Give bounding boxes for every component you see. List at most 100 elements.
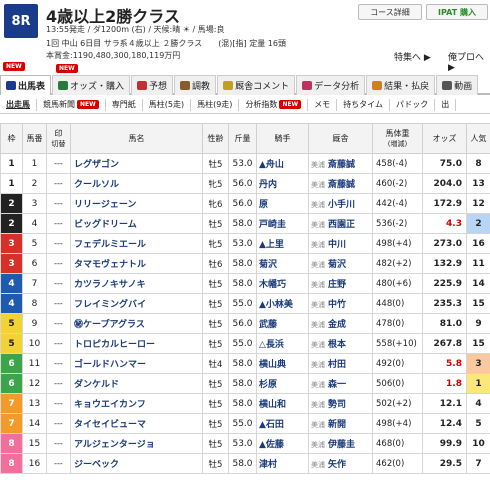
subtab-2[interactable]: 専門紙	[106, 98, 143, 111]
table-row[interactable]: 7 13 --- キョウエイカンフ 牡5 58.0 横山和 美浦 勢司 502(+2) 12.1 4	[0, 393, 490, 414]
trainer-cell[interactable]: 美浦 勢司	[308, 393, 373, 414]
jockey-link[interactable]: 木幡巧	[256, 273, 309, 294]
table-row[interactable]: 3 5 --- フェデルミエール 牝5 53.0 ▲上里 美浦 中川 498(+4) 273.0 16	[0, 233, 490, 254]
trainer-name[interactable]: 森一	[328, 380, 346, 390]
subtab-1[interactable]: 競馬新聞 NEW	[37, 98, 106, 111]
horse-name-link[interactable]: リリージェーン	[70, 193, 203, 214]
jockey-link[interactable]: 横山典	[256, 353, 309, 374]
trainer-name[interactable]: 新開	[328, 420, 346, 430]
table-row[interactable]: 2 3 --- リリージェーン 牝6 56.0 原美浦 小手川 442(-4) 172.9 12	[0, 193, 490, 214]
subtab-8[interactable]: パドック	[390, 98, 436, 111]
tab-7[interactable]: 動画	[436, 75, 479, 95]
tab-2[interactable]: 予想	[131, 75, 174, 95]
trainer-name[interactable]: 中川	[328, 240, 346, 250]
subtab-7[interactable]: 持ちタイム	[337, 98, 391, 111]
table-row[interactable]: 5 10 --- トロピカルヒーロー 牡5 55.0 △長浜 美浦 根本 558(+10) 267.…	[0, 333, 490, 354]
jockey-link[interactable]: 津村	[256, 453, 309, 474]
trainer-cell[interactable]: 美浦 伊藤圭	[308, 433, 373, 454]
table-row[interactable]: 8 15 --- アルジェンタージョ 牡5 53.0 ▲佐藤 美浦 伊藤圭 468(0) 99.9 1…	[0, 433, 490, 454]
mark-cell[interactable]: ---	[46, 213, 71, 234]
jockey-link[interactable]: ▲舟山	[256, 153, 309, 174]
table-row[interactable]: 3 6 --- タマモヴェナトル 牡6 58.0 菊沢 美浦 菊沢 482(+2) 132.9 11	[0, 253, 490, 274]
horse-name-link[interactable]: ダンケルド	[70, 373, 203, 394]
table-row[interactable]: 1 2 --- クールソル 牝5 56.0 丹内 美浦 斎藤誠 460(-2) 204.0 13	[0, 173, 490, 194]
trainer-cell[interactable]: 美浦 庄野	[308, 273, 373, 294]
subtab-4[interactable]: 馬柱(9走)	[191, 98, 240, 111]
trainer-cell[interactable]: 美浦 新開	[308, 413, 373, 434]
tab-3[interactable]: 調教	[174, 75, 217, 95]
horse-name-link[interactable]: アルジェンタージョ	[70, 433, 203, 454]
jockey-link[interactable]: 武藤	[256, 313, 309, 334]
mark-cell[interactable]: ---	[46, 173, 71, 194]
horse-name-link[interactable]: フレイミングバイ	[70, 293, 203, 314]
mark-cell[interactable]: ---	[46, 293, 71, 314]
horse-name-link[interactable]: レグザゴン	[70, 153, 203, 174]
table-row[interactable]: 7 14 --- タイセイビューマ 牡5 55.0 ▲石田 美浦 新開 498(+4) 12.4 5	[0, 413, 490, 434]
trainer-name[interactable]: 矢作	[328, 460, 346, 470]
feature-link[interactable]: 特集へ ▶	[394, 50, 431, 63]
horse-name-link[interactable]: ビッグドリーム	[70, 213, 203, 234]
favorite-link[interactable]: 俺プロへ ▶	[448, 50, 490, 73]
jockey-link[interactable]: △長浜	[256, 333, 309, 354]
mark-cell[interactable]: ---	[46, 153, 71, 174]
mark-cell[interactable]: ---	[46, 353, 71, 374]
jockey-link[interactable]: 戸崎圭	[256, 213, 309, 234]
horse-name-link[interactable]: タイセイビューマ	[70, 413, 203, 434]
trainer-name[interactable]: 伊藤圭	[328, 440, 355, 450]
horse-name-link[interactable]: クールソル	[70, 173, 203, 194]
subtab-5[interactable]: 分析指数 NEW	[239, 98, 309, 111]
jockey-link[interactable]: ▲佐藤	[256, 433, 309, 454]
trainer-name[interactable]: 中竹	[328, 300, 346, 310]
trainer-name[interactable]: 庄野	[328, 280, 346, 290]
tab-1[interactable]: オッズ・購入	[52, 75, 131, 95]
trainer-cell[interactable]: 美浦 根本	[308, 333, 373, 354]
mark-cell[interactable]: ---	[46, 193, 71, 214]
trainer-cell[interactable]: 美浦 西園正	[308, 213, 373, 234]
jockey-link[interactable]: 杉原	[256, 373, 309, 394]
jockey-link[interactable]: 菊沢	[256, 253, 309, 274]
table-row[interactable]: 6 11 --- ゴールドハンマー 牡4 58.0 横山典 美浦 村田 492(0) 5.8 3	[0, 353, 490, 374]
mark-cell[interactable]: ---	[46, 273, 71, 294]
trainer-name[interactable]: 斎藤誠	[328, 180, 355, 190]
trainer-cell[interactable]: 美浦 斎藤誠	[308, 173, 373, 194]
trainer-cell[interactable]: 美浦 中川	[308, 233, 373, 254]
trainer-cell[interactable]: 美浦 村田	[308, 353, 373, 374]
jockey-link[interactable]: ▲石田	[256, 413, 309, 434]
jockey-link[interactable]: ▲上里	[256, 233, 309, 254]
trainer-name[interactable]: 根本	[328, 340, 346, 350]
subtab-3[interactable]: 馬柱(5走)	[143, 98, 192, 111]
trainer-name[interactable]: 菊沢	[328, 260, 346, 270]
tab-4[interactable]: 厩舎コメント	[217, 75, 296, 95]
trainer-cell[interactable]: 美浦 菊沢	[308, 253, 373, 274]
col-mark[interactable]: 印切替	[46, 123, 71, 154]
course-detail-button[interactable]: コース詳細	[358, 4, 422, 20]
ipat-purchase-button[interactable]: IPAT 購入	[426, 4, 488, 20]
jockey-link[interactable]: ▲小林美	[256, 293, 309, 314]
subtab-0[interactable]: 出走馬	[0, 98, 37, 111]
mark-cell[interactable]: ---	[46, 453, 71, 474]
horse-name-link[interactable]: フェデルミエール	[70, 233, 203, 254]
jockey-link[interactable]: 丹内	[256, 173, 309, 194]
mark-cell[interactable]: ---	[46, 233, 71, 254]
mark-cell[interactable]: ---	[46, 433, 71, 454]
table-row[interactable]: 4 7 --- カツラノキサノキ 牡5 58.0 木幡巧 美浦 庄野 480(+6) 225.9 14	[0, 273, 490, 294]
jockey-link[interactable]: 原	[256, 193, 309, 214]
horse-name-link[interactable]: タマモヴェナトル	[70, 253, 203, 274]
tab-0[interactable]: 出馬表	[0, 75, 52, 95]
trainer-cell[interactable]: 美浦 森一	[308, 373, 373, 394]
trainer-cell[interactable]: 美浦 小手川	[308, 193, 373, 214]
table-row[interactable]: 2 4 --- ビッグドリーム 牡5 58.0 戸崎圭 美浦 西園正 536(-2) 4.3 2	[0, 213, 490, 234]
mark-cell[interactable]: ---	[46, 333, 71, 354]
trainer-name[interactable]: 勢司	[328, 400, 346, 410]
subtab-6[interactable]: メモ	[308, 98, 338, 111]
mark-cell[interactable]: ---	[46, 313, 71, 334]
mark-cell[interactable]: ---	[46, 373, 71, 394]
trainer-cell[interactable]: 美浦 矢作	[308, 453, 373, 474]
trainer-cell[interactable]: 美浦 金成	[308, 313, 373, 334]
table-row[interactable]: 8 16 --- ジーベック 牡5 58.0 津村 美浦 矢作 462(0) 29.5 7	[0, 453, 490, 474]
horse-name-link[interactable]: カツラノキサノキ	[70, 273, 203, 294]
jockey-link[interactable]: 横山和	[256, 393, 309, 414]
trainer-name[interactable]: 小手川	[328, 200, 355, 210]
horse-name-link[interactable]: ジーベック	[70, 453, 203, 474]
trainer-name[interactable]: 西園正	[328, 220, 355, 230]
